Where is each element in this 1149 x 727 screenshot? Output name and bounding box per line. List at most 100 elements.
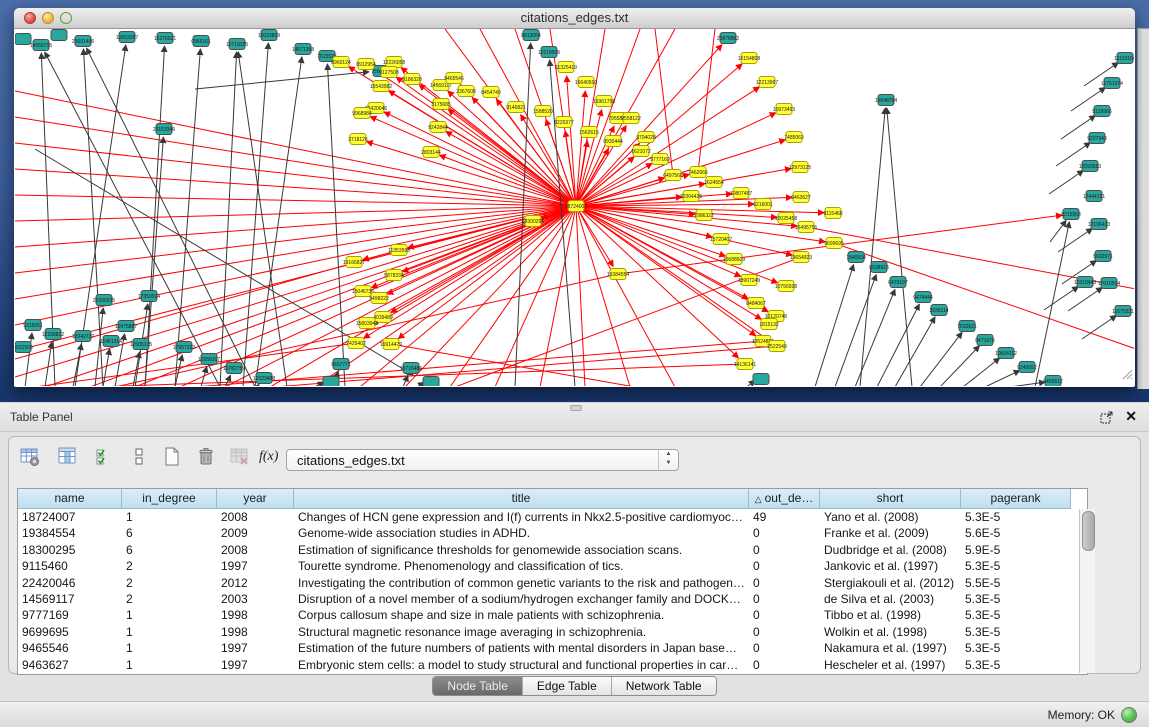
table-row[interactable]: 2242004622012Investigating the contribut… <box>18 575 1087 591</box>
cell-title[interactable]: Changes of HCN gene expression and I(f) … <box>294 509 749 525</box>
graph-node[interactable] <box>423 377 439 387</box>
tab-edge-table[interactable]: Edge Table <box>522 677 611 695</box>
cell-name[interactable]: 19384554 <box>18 525 122 541</box>
column-header-in_degree[interactable]: in_degree <box>122 489 217 509</box>
graph-node[interactable] <box>51 30 67 41</box>
cell-pagerank[interactable]: 5.3E-5 <box>961 591 1071 607</box>
cell-year[interactable]: 2009 <box>217 525 294 541</box>
close-window-button[interactable] <box>24 12 36 24</box>
vertical-scrollbar[interactable] <box>1079 509 1095 673</box>
cell-in_degree[interactable]: 6 <box>122 525 217 541</box>
cell-name[interactable]: 14569117 <box>18 591 122 607</box>
cell-pagerank[interactable]: 5.3E-5 <box>961 624 1071 640</box>
function-builder-button[interactable]: f(x) <box>259 446 281 468</box>
cell-out_de[interactable]: 0 <box>749 657 820 673</box>
network-canvas[interactable]: 1405571520691406106532871527602169661611… <box>15 29 1134 386</box>
zoom-window-button[interactable] <box>60 12 72 24</box>
cell-title[interactable]: Tourette syndrome. Phenomenology and cla… <box>294 558 749 574</box>
table-row[interactable]: 1830029562008Estimation of significance … <box>18 542 1087 558</box>
column-header-name[interactable]: name <box>18 489 122 509</box>
cell-short[interactable]: Wolkin et al. (1998) <box>820 624 961 640</box>
cell-title[interactable]: Corpus callosum shape and size in male p… <box>294 607 749 623</box>
cell-year[interactable]: 2003 <box>217 591 294 607</box>
cell-year[interactable]: 2008 <box>217 509 294 525</box>
cell-year[interactable]: 1997 <box>217 640 294 656</box>
tab-network-table[interactable]: Network Table <box>611 677 716 695</box>
cell-in_degree[interactable]: 2 <box>122 575 217 591</box>
column-header-year[interactable]: year <box>217 489 294 509</box>
window-resize-grip[interactable] <box>1120 367 1133 385</box>
cell-in_degree[interactable]: 1 <box>122 640 217 656</box>
cell-out_de[interactable]: 0 <box>749 542 820 558</box>
cell-out_de[interactable]: 0 <box>749 624 820 640</box>
tab-node-table[interactable]: Node Table <box>433 677 522 695</box>
select-columns-button[interactable] <box>95 446 117 468</box>
cell-in_degree[interactable]: 1 <box>122 607 217 623</box>
cell-title[interactable]: Disruption of a novel member of a sodium… <box>294 591 749 607</box>
cell-pagerank[interactable]: 5.3E-5 <box>961 640 1071 656</box>
column-header-pagerank[interactable]: pagerank <box>961 489 1071 509</box>
cell-out_de[interactable]: 0 <box>749 591 820 607</box>
cell-pagerank[interactable]: 5.9E-5 <box>961 542 1071 558</box>
cell-year[interactable]: 1997 <box>217 558 294 574</box>
cell-name[interactable]: 9465546 <box>18 640 122 656</box>
table-selector-dropdown[interactable]: citations_edges.txt ▲▼ <box>286 449 679 471</box>
cell-short[interactable]: Dudbridge et al. (2008) <box>820 542 961 558</box>
cell-out_de[interactable]: 0 <box>749 575 820 591</box>
memory-status-indicator[interactable] <box>1121 707 1137 723</box>
table-row[interactable]: 911546021997Tourette syndrome. Phenomeno… <box>18 558 1087 574</box>
cell-out_de[interactable]: 0 <box>749 607 820 623</box>
cell-short[interactable]: de Silva et al. (2003) <box>820 591 961 607</box>
cell-title[interactable]: Estimation of significance thresholds fo… <box>294 542 749 558</box>
table-row[interactable]: 977716911998Corpus callosum shape and si… <box>18 607 1087 623</box>
cell-name[interactable]: 18300295 <box>18 542 122 558</box>
cell-name[interactable]: 9115460 <box>18 558 122 574</box>
window-titlebar[interactable]: citations_edges.txt <box>14 8 1135 29</box>
cell-year[interactable]: 1997 <box>217 657 294 673</box>
cell-title[interactable]: Embryonic stem cells: a model to study s… <box>294 657 749 673</box>
minimize-window-button[interactable] <box>42 12 54 24</box>
table-mode-button[interactable] <box>19 446 41 468</box>
cell-out_de[interactable]: 49 <box>749 509 820 525</box>
table-row[interactable]: 946554611997Estimation of the future num… <box>18 640 1087 656</box>
graph-node[interactable] <box>15 34 31 45</box>
create-column-button[interactable] <box>161 446 183 468</box>
cell-name[interactable]: 9699695 <box>18 624 122 640</box>
delete-table-button[interactable] <box>229 446 251 468</box>
show-column-button[interactable] <box>57 446 79 468</box>
cell-year[interactable]: 1998 <box>217 624 294 640</box>
cell-title[interactable]: Estimation of the future numbers of pati… <box>294 640 749 656</box>
cell-in_degree[interactable]: 6 <box>122 542 217 558</box>
column-header-out_de[interactable]: △out_de… <box>749 489 820 509</box>
float-panel-button[interactable] <box>1100 411 1113 429</box>
cell-pagerank[interactable]: 5.3E-5 <box>961 657 1071 673</box>
cell-short[interactable]: Stergiakouli et al. (2012) <box>820 575 961 591</box>
cell-title[interactable]: Genome-wide association studies in ADHD. <box>294 525 749 541</box>
close-panel-button[interactable]: ✕ <box>1125 408 1137 425</box>
cell-in_degree[interactable]: 1 <box>122 624 217 640</box>
table-row[interactable]: 1456911722003Disruption of a novel membe… <box>18 591 1087 607</box>
scrollbar-thumb[interactable] <box>1082 511 1095 551</box>
cell-short[interactable]: Jankovic et al. (1997) <box>820 558 961 574</box>
node-table[interactable]: namein_degreeyeartitle△out_de…shortpager… <box>17 488 1088 675</box>
column-header-title[interactable]: title <box>294 489 749 509</box>
cell-pagerank[interactable]: 5.5E-5 <box>961 575 1071 591</box>
cell-year[interactable]: 1998 <box>217 607 294 623</box>
cell-short[interactable]: Yano et al. (2008) <box>820 509 961 525</box>
graph-node[interactable] <box>753 374 769 385</box>
cell-out_de[interactable]: 0 <box>749 525 820 541</box>
cell-out_de[interactable]: 0 <box>749 640 820 656</box>
cell-out_de[interactable]: 0 <box>749 558 820 574</box>
cell-name[interactable]: 9463627 <box>18 657 122 673</box>
cell-pagerank[interactable]: 5.3E-5 <box>961 607 1071 623</box>
cell-short[interactable]: Franke et al. (2009) <box>820 525 961 541</box>
cell-name[interactable]: 22420046 <box>18 575 122 591</box>
table-row[interactable]: 946362711997Embryonic stem cells: a mode… <box>18 657 1087 673</box>
cell-short[interactable]: Nakamura et al. (1997) <box>820 640 961 656</box>
network-window[interactable]: citations_edges.txt 14055715206914061065… <box>14 8 1135 387</box>
graph-node[interactable] <box>323 377 339 387</box>
cell-name[interactable]: 18724007 <box>18 509 122 525</box>
cell-pagerank[interactable]: 5.3E-5 <box>961 509 1071 525</box>
cell-short[interactable]: Tibbo et al. (1998) <box>820 607 961 623</box>
cell-short[interactable]: Hescheler et al. (1997) <box>820 657 961 673</box>
